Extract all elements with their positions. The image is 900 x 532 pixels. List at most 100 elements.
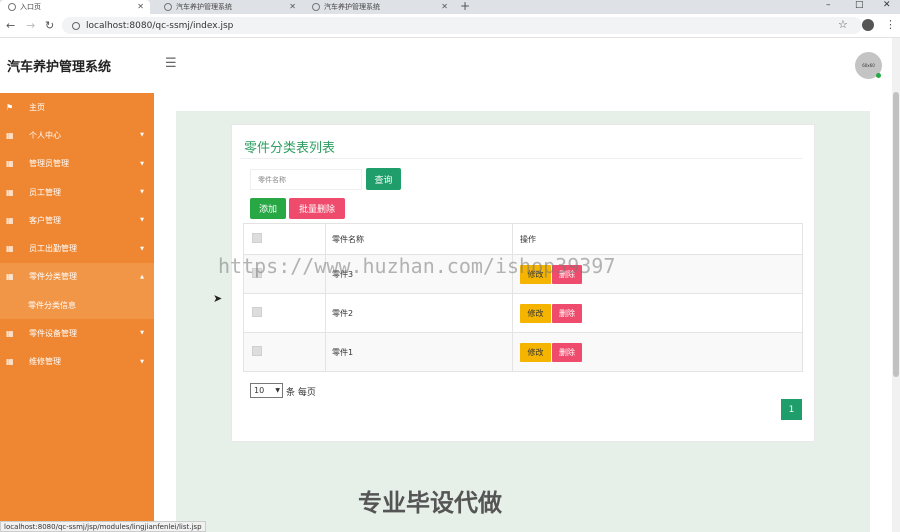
edit-button[interactable]: 修改 (520, 342, 551, 362)
scrollbar-thumb[interactable] (893, 92, 899, 377)
globe-icon (8, 3, 16, 11)
mouse-cursor-icon: ➤ (213, 292, 223, 305)
globe-icon (312, 3, 320, 11)
tab-label: 汽车养护管理系统 (324, 3, 380, 11)
browser-tab-3[interactable]: 汽车养护管理系统 ✕ (304, 0, 454, 14)
caret-up-icon: ▲ (140, 273, 144, 280)
sidebar-item-label: 主页 (29, 102, 45, 112)
row-checkbox[interactable] (252, 346, 262, 356)
back-arrow-icon[interactable]: ← (6, 19, 15, 32)
delete-button[interactable]: 删除 (552, 303, 582, 323)
flag-icon: ⚑ (6, 102, 14, 112)
status-bar: localhost:8080/qc-ssmj/jsp/modules/lingj… (0, 521, 206, 532)
account-icon[interactable] (862, 19, 874, 31)
table-icon: ▦ (6, 244, 14, 254)
sidebar-item-label: 零件分类管理 (29, 272, 77, 282)
sidebar-item-label: 维修管理 (29, 357, 61, 367)
close-icon[interactable]: ✕ (289, 2, 296, 11)
forward-arrow-icon[interactable]: → (26, 19, 35, 32)
online-status-dot (876, 73, 881, 78)
edit-button[interactable]: 修改 (520, 303, 551, 323)
table-row: 零件2 修改 删除 (243, 293, 803, 333)
browser-tab-2[interactable]: 汽车养护管理系统 ✕ (156, 0, 302, 14)
address-bar: ← → ↻ localhost:8080/qc-ssmj/index.jsp ☆… (0, 14, 900, 38)
browser-tab-1[interactable]: 入口页 ✕ (0, 0, 150, 14)
part-name-cell: 零件1 (325, 332, 513, 372)
sidebar-item-repair[interactable]: ▦ 维修管理 ▼ (0, 347, 154, 375)
page-size-select[interactable]: 10 ▼ (250, 383, 283, 398)
table-row: 零件1 修改 删除 (243, 332, 803, 372)
column-header-operation: 操作 (512, 223, 803, 255)
sidebar-item-label: 个人中心 (29, 130, 61, 140)
app-title: 汽车养护管理系统 (7, 60, 112, 75)
caret-down-icon: ▼ (140, 358, 144, 365)
operation-cell: 修改 删除 (512, 332, 803, 372)
row-checkbox[interactable] (252, 307, 262, 317)
delete-button[interactable]: 删除 (552, 342, 582, 362)
chevron-down-icon: ▼ (275, 387, 280, 394)
sidebar-item-part-category[interactable]: ▦ 零件分类管理 ▲ (0, 262, 154, 292)
column-header-name: 零件名称 (325, 223, 513, 255)
table-icon: ▦ (6, 357, 14, 367)
avatar-text: 60x60 (862, 63, 875, 68)
tab-label: 汽车养护管理系统 (176, 3, 232, 11)
checkbox-cell (243, 293, 326, 333)
window-close-icon[interactable]: ✕ (883, 0, 891, 10)
close-icon[interactable]: ✕ (441, 2, 448, 11)
pagination-page-1[interactable]: 1 (781, 399, 802, 420)
sidebar-item-label: 客户管理 (29, 215, 61, 225)
maximize-icon[interactable]: □ (855, 0, 864, 10)
sidebar-item-attendance[interactable]: ▦ 员工出勤管理 ▼ (0, 234, 154, 262)
watermark-text: 专业毕设代做 (358, 489, 502, 517)
globe-icon (164, 3, 172, 11)
divider (240, 158, 802, 159)
caret-down-icon: ▼ (140, 132, 144, 139)
info-icon (72, 21, 80, 30)
app-header: 汽车养护管理系统 ☰ 60x60 (0, 38, 892, 93)
part-name-cell: 零件2 (325, 293, 513, 333)
sidebar-item-home[interactable]: ⚑ 主页 (0, 93, 154, 121)
search-button[interactable]: 查询 (366, 168, 401, 190)
table-icon: ▦ (6, 159, 14, 169)
search-input[interactable]: 零件名称 (250, 169, 362, 190)
data-table: 零件名称 操作 零件3 修改 删除 零件2 修改 删除 零件1 修改 删除 (243, 223, 803, 372)
page-title: 零件分类表列表 (244, 141, 336, 156)
select-all-checkbox[interactable] (252, 233, 262, 243)
url-field[interactable]: localhost:8080/qc-ssmj/index.jsp (62, 17, 862, 34)
close-icon[interactable]: ✕ (137, 2, 144, 11)
sidebar-item-label: 管理员管理 (29, 159, 69, 169)
table-header-row: 零件名称 操作 (243, 223, 803, 255)
sidebar-item-staff[interactable]: ▦ 员工管理 ▼ (0, 178, 154, 206)
sidebar-item-label: 员工管理 (29, 187, 61, 197)
caret-down-icon: ▼ (140, 189, 144, 196)
operation-cell: 修改 删除 (512, 293, 803, 333)
star-icon[interactable]: ☆ (838, 18, 848, 31)
sidebar-item-part-equipment[interactable]: ▦ 零件设备管理 ▼ (0, 319, 154, 347)
sidebar-item-label: 员工出勤管理 (29, 244, 77, 254)
table-icon: ▦ (6, 130, 14, 140)
url-text: localhost:8080/qc-ssmj/index.jsp (86, 20, 234, 31)
batch-delete-button[interactable]: 批量删除 (289, 198, 345, 219)
add-button[interactable]: 添加 (250, 198, 286, 219)
hamburger-menu-icon[interactable]: ☰ (165, 56, 177, 71)
page-size-value: 10 (254, 386, 265, 395)
sidebar-item-customer[interactable]: ▦ 客户管理 ▼ (0, 206, 154, 234)
table-icon: ▦ (6, 187, 14, 197)
sidebar-subitem-part-category-info[interactable]: 零件分类信息 (0, 291, 154, 320)
new-tab-button[interactable]: + (460, 0, 470, 13)
table-icon: ▦ (6, 215, 14, 225)
caret-down-icon: ▼ (140, 217, 144, 224)
checkbox-cell (243, 332, 326, 372)
page-size-label: 条 每页 (286, 388, 316, 398)
caret-down-icon: ▼ (140, 245, 144, 252)
more-vert-icon[interactable]: ⋮ (885, 18, 896, 31)
sidebar-item-profile[interactable]: ▦ 个人中心 ▼ (0, 121, 154, 149)
minimize-icon[interactable]: – (826, 0, 831, 10)
table-icon: ▦ (6, 272, 14, 282)
sidebar-item-admin[interactable]: ▦ 管理员管理 ▼ (0, 150, 154, 178)
header-checkbox-cell (243, 223, 326, 255)
browser-tab-bar: 入口页 ✕ 汽车养护管理系统 ✕ 汽车养护管理系统 ✕ + – □ ✕ (0, 0, 900, 14)
tab-label: 入口页 (20, 3, 41, 11)
table-icon: ▦ (6, 328, 14, 338)
reload-icon[interactable]: ↻ (45, 19, 54, 32)
